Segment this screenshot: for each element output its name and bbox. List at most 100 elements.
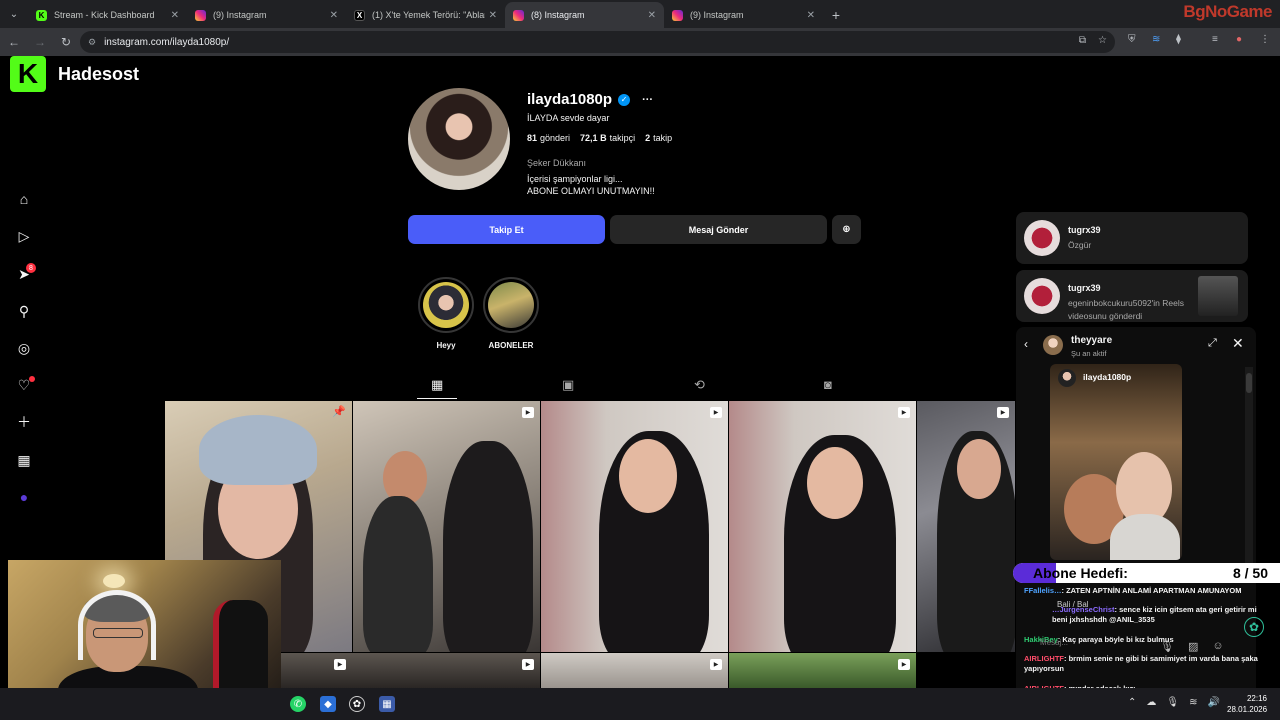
chat-contact-name[interactable]: theyyare <box>1071 335 1112 346</box>
post-thumbnail[interactable]: ▶ <box>541 401 728 652</box>
shield-extension-icon[interactable]: ⛨ <box>1128 34 1136 45</box>
tab-close-icon[interactable]: ✕ <box>807 10 815 21</box>
microphone-tray-icon[interactable]: 🎙 <box>1166 697 1179 708</box>
tab-title: (8) Instagram <box>531 10 585 20</box>
tab-close-icon[interactable]: ✕ <box>648 10 656 21</box>
dashboard-icon[interactable]: ▦ <box>15 451 33 469</box>
posts-grid-icon[interactable]: ▦ <box>431 377 443 393</box>
calculator-icon[interactable]: ▦ <box>379 696 395 712</box>
tab-close-icon[interactable]: ✕ <box>330 10 338 21</box>
goal-count: 8 / 50 <box>1232 565 1268 581</box>
goal-label: Abone Hedefi: <box>1033 565 1128 581</box>
search-icon[interactable]: ⚲ <box>15 302 33 320</box>
post-thumbnail[interactable]: ▶ <box>541 653 728 688</box>
post-thumbnail[interactable]: ▶ ▶ <box>281 653 540 688</box>
profile-username-row: ilayda1080p ✓ ··· <box>527 91 653 108</box>
tab-close-icon[interactable]: ✕ <box>171 10 179 21</box>
post-thumbnail[interactable]: ▶ <box>729 653 916 688</box>
microphone-icon[interactable]: 🎙 <box>1160 640 1174 653</box>
explore-icon[interactable]: ◎ <box>15 339 33 357</box>
dm-notification[interactable]: tugrx39 Özgür <box>1016 212 1248 264</box>
whatsapp-icon[interactable]: ✆ <box>290 696 306 712</box>
reel-thumbnail[interactable] <box>1198 276 1238 316</box>
dm-notification[interactable]: tugrx39 egeninbokcukuru5092'in Reels vid… <box>1016 270 1248 322</box>
expand-icon[interactable]: ⤢ <box>1208 337 1217 350</box>
verified-badge-icon: ✓ <box>618 93 631 106</box>
messages-badge: 8 <box>26 263 36 273</box>
reels-icon[interactable]: ▷ <box>15 227 33 245</box>
clock[interactable]: 22:16 28.01.2026 <box>1227 693 1267 715</box>
profile-avatar[interactable]: ● <box>15 488 33 506</box>
profile-avatar-icon[interactable]: ● <box>1236 34 1242 45</box>
wifi-icon[interactable]: ≋ <box>1189 697 1197 708</box>
followers-count[interactable]: 72,1 Btakipçi <box>580 133 635 143</box>
system-tray: ⌃ ☁ 🎙 ≋ 🔊 <box>1128 697 1220 708</box>
menu-kebab-icon[interactable]: ⋮ <box>1260 34 1270 45</box>
story-highlight[interactable]: ABONELER <box>483 277 539 350</box>
tab-search-dropdown-icon[interactable]: ⌄ <box>0 0 28 28</box>
new-tab-button[interactable]: + <box>823 2 849 28</box>
chat-scrollbar[interactable] <box>1245 367 1253 567</box>
more-options-icon[interactable]: ··· <box>642 94 653 106</box>
address-bar[interactable]: ⚙ instagram.com/ilayda1080p/ ⧉ ☆ <box>80 31 1115 53</box>
extensions-puzzle-icon[interactable]: ⧫ <box>1176 34 1181 45</box>
post-thumbnail[interactable]: ▶ <box>353 401 540 652</box>
message-input-placeholder[interactable]: Mesaj... <box>1040 638 1068 647</box>
post-thumbnail[interactable]: ▶ <box>917 401 1015 652</box>
bookmark-star-icon[interactable]: ☆ <box>1098 35 1107 46</box>
tab-close-icon[interactable]: ✕ <box>489 10 497 21</box>
highlight-label: ABONELER <box>488 341 534 350</box>
translate-extension-icon[interactable]: ≋ <box>1152 34 1160 45</box>
reposts-tab-icon[interactable]: ⟲ <box>694 377 705 393</box>
profile-tabs: ▦ ▣ ⟲ ◙ <box>165 372 1015 400</box>
profile-avatar-large[interactable] <box>408 88 510 190</box>
reel-badge-icon: ▶ <box>997 407 1009 418</box>
close-icon[interactable]: ✕ <box>1232 335 1244 352</box>
chat-status: Şu an aktif <box>1071 349 1107 358</box>
install-app-icon[interactable]: ⧉ <box>1079 35 1086 46</box>
chatgpt-taskbar-icon[interactable]: ✿ <box>349 696 365 712</box>
sticker-icon[interactable]: ☺ <box>1212 640 1223 653</box>
browser-tab[interactable]: (9) Instagram ✕ <box>664 2 823 28</box>
bio-line: ABONE OLMAYI UNUTMAYIN!! <box>527 186 655 196</box>
story-highlight[interactable]: Heyy <box>418 277 474 350</box>
media-controls-icon[interactable]: ≡ <box>1212 34 1218 45</box>
create-icon[interactable]: ＋ <box>15 413 33 431</box>
send-message-button[interactable]: Mesaj Gönder <box>610 215 827 244</box>
browser-tab[interactable]: K Stream - Kick Dashboard ✕ <box>28 2 187 28</box>
image-icon[interactable]: ▨ <box>1188 640 1198 653</box>
avatar[interactable] <box>1043 335 1063 355</box>
app-diamond-icon[interactable]: ◆ <box>320 696 336 712</box>
back-chevron-icon[interactable]: ‹ <box>1024 337 1028 351</box>
post-thumbnail[interactable]: ▶ <box>729 401 916 652</box>
notification-text: Özgür <box>1068 240 1092 250</box>
tray-chevron-icon[interactable]: ⌃ <box>1128 697 1136 708</box>
home-icon[interactable]: ⌂ <box>15 190 33 208</box>
x-icon: X <box>354 9 365 21</box>
posts-count[interactable]: 81 gönderi <box>527 133 570 143</box>
reel-badge-icon: ▶ <box>898 407 910 418</box>
tagged-tab-icon[interactable]: ◙ <box>824 377 832 392</box>
back-arrow-icon[interactable]: ← <box>2 30 26 54</box>
ceiling-lamp <box>103 574 125 588</box>
shared-reel-message[interactable]: ilayda1080p <box>1050 364 1182 560</box>
network-icon[interactable]: ☁ <box>1146 697 1156 708</box>
volume-icon[interactable]: 🔊 <box>1207 697 1219 708</box>
site-info-icon[interactable]: ⚙ <box>88 37 96 48</box>
pinned-post-icon: 📌 <box>332 406 346 418</box>
kick-channel-overlay: K Hadesost <box>10 56 144 92</box>
forward-arrow-icon[interactable]: → <box>28 30 52 54</box>
kick-icon: K <box>36 9 47 21</box>
chatgpt-icon[interactable]: ✿ <box>1244 617 1264 637</box>
browser-tab[interactable]: X (1) X'te Yemek Terörü: "Ablam c ✕ <box>346 2 505 28</box>
following-count[interactable]: 2 takip <box>645 133 672 143</box>
reel-badge-icon: ▶ <box>334 659 346 670</box>
browser-tab-active[interactable]: (8) Instagram ✕ <box>505 2 664 28</box>
profile-category: Şeker Dükkanı <box>527 158 587 168</box>
reload-icon[interactable]: ↻ <box>54 30 78 54</box>
reel-badge-icon: ▶ <box>522 659 534 670</box>
reels-tab-icon[interactable]: ▣ <box>562 377 574 393</box>
suggest-users-icon[interactable]: ⊕ <box>832 215 861 244</box>
follow-button[interactable]: Takip Et <box>408 215 605 244</box>
browser-tab[interactable]: (9) Instagram ✕ <box>187 2 346 28</box>
